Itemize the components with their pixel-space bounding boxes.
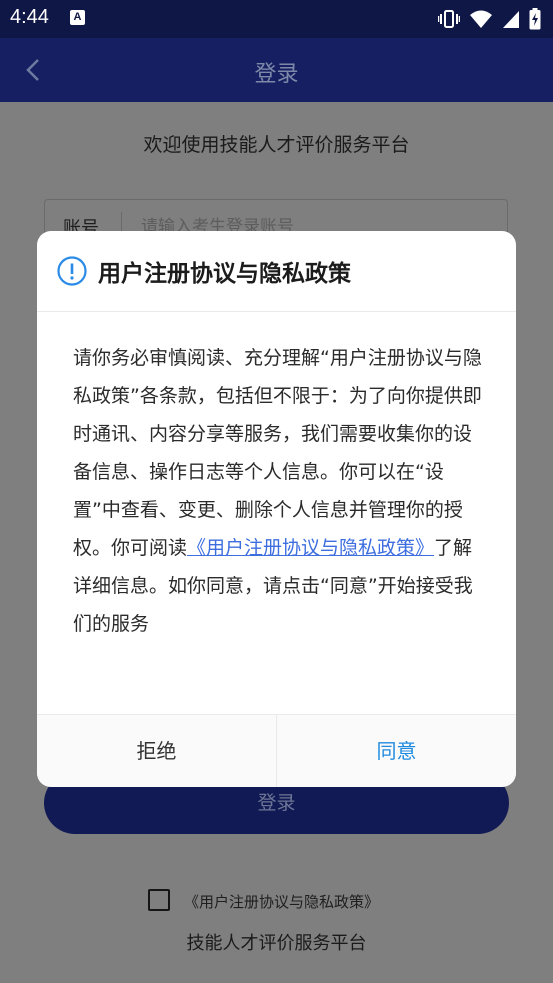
dialog-body-text-1: 请你务必审慎阅读、充分理解“用户注册协议与隐私政策”各条款，包括但不限于：为了向… <box>73 347 482 559</box>
wifi-icon <box>469 10 492 28</box>
dialog-footer: 拒绝 同意 <box>37 714 516 787</box>
status-time: 4:44 <box>10 6 49 28</box>
agree-button[interactable]: 同意 <box>277 715 516 787</box>
status-icons <box>434 8 541 30</box>
dialog-body: 请你务必审慎阅读、充分理解“用户注册协议与隐私政策”各条款，包括但不限于：为了向… <box>73 339 483 643</box>
nav-bar: 登录 <box>0 38 553 102</box>
notification-a-icon: A <box>70 10 85 25</box>
dialog-title: 用户注册协议与隐私政策 <box>98 261 351 287</box>
dialog-header: 用户注册协议与隐私政策 <box>37 231 516 311</box>
policy-link[interactable]: 《用户注册协议与隐私政策》 <box>187 537 434 559</box>
privacy-dialog: 用户注册协议与隐私政策 请你务必审慎阅读、充分理解“用户注册协议与隐私政策”各条… <box>37 231 516 787</box>
battery-charging-icon <box>529 8 541 30</box>
reject-button[interactable]: 拒绝 <box>37 715 276 787</box>
dialog-divider <box>37 311 516 312</box>
info-icon <box>57 256 87 286</box>
page-title: 登录 <box>254 62 299 87</box>
agreement-link[interactable]: 《用户注册协议与隐私政策》 <box>184 891 379 912</box>
footer-text: 技能人才评价服务平台 <box>186 933 367 954</box>
vibrate-icon <box>437 10 460 28</box>
welcome-text: 欢迎使用技能人才评价服务平台 <box>143 134 410 156</box>
status-bar: 4:44 A <box>0 0 553 38</box>
signal-icon <box>502 11 519 28</box>
agreement-checkbox[interactable] <box>148 889 170 911</box>
